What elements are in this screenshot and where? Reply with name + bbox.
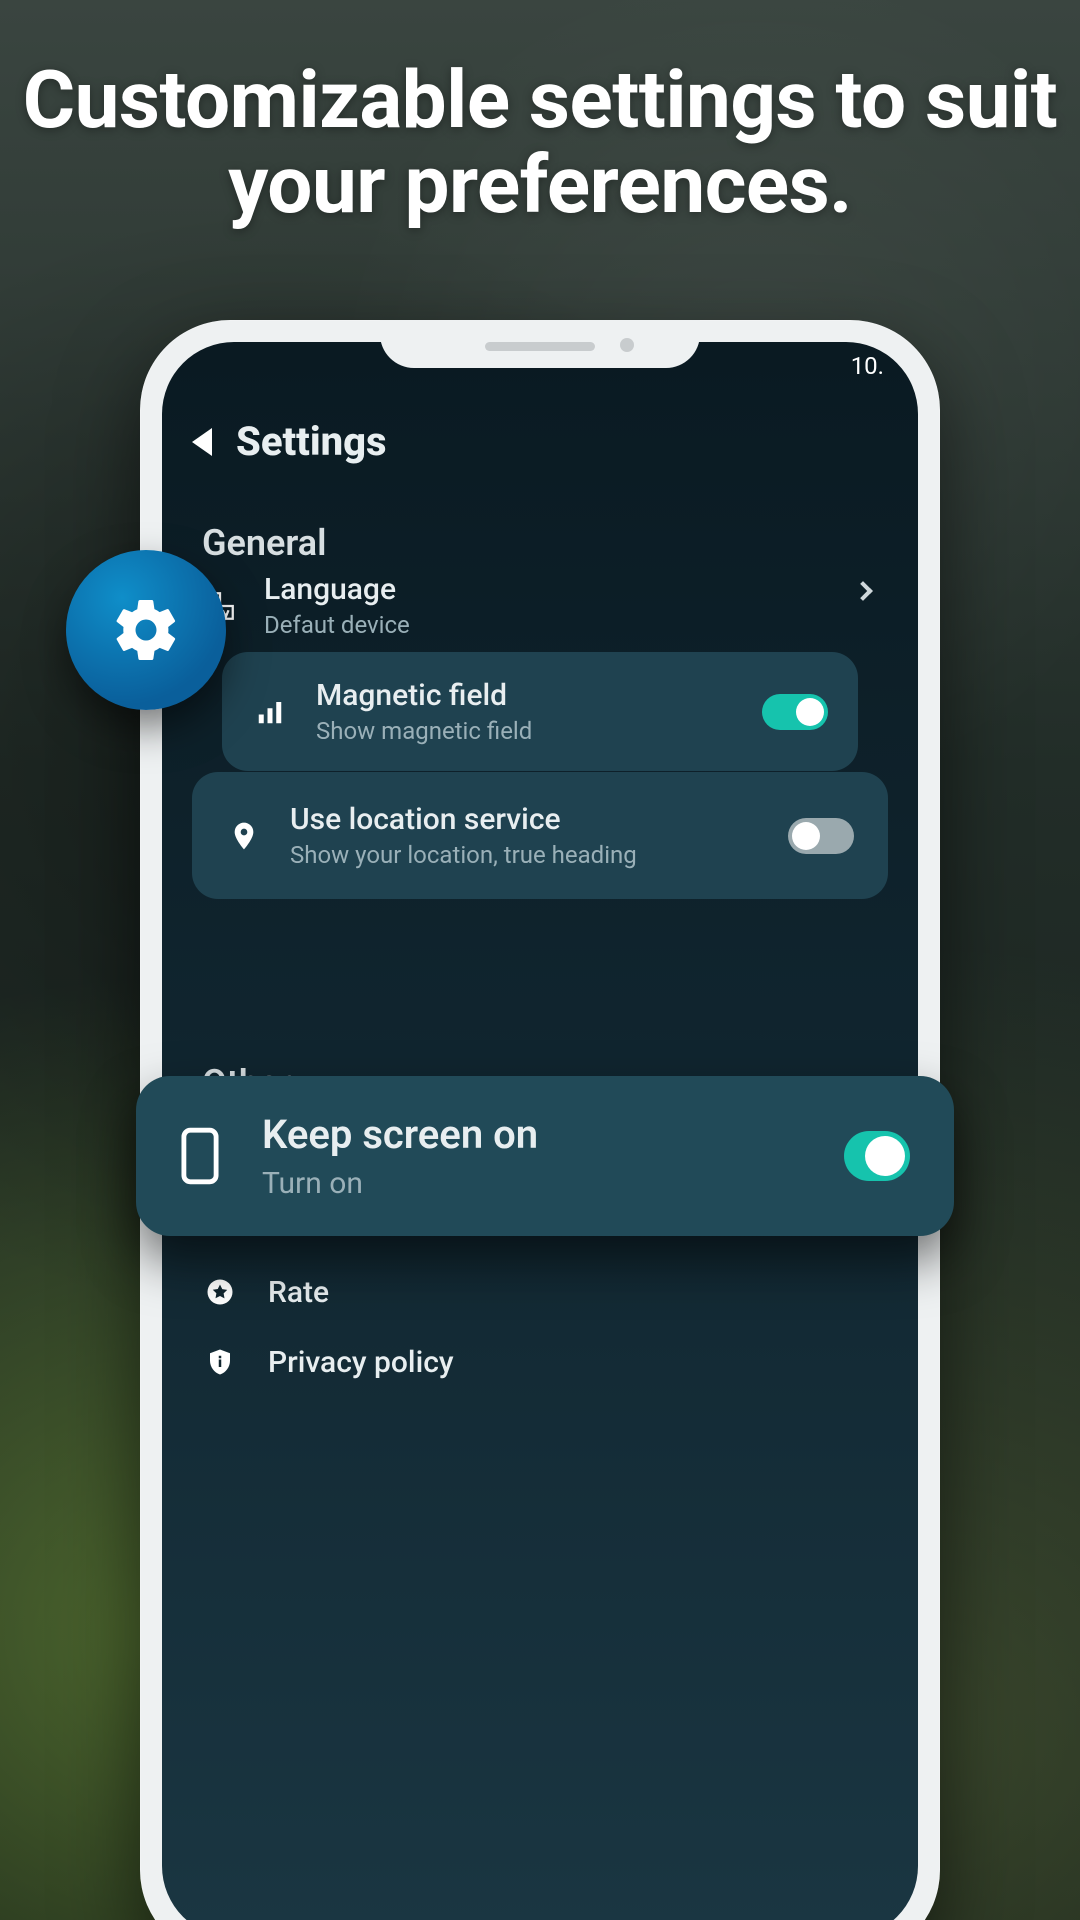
language-title: Language bbox=[264, 572, 410, 607]
toggle-magnetic[interactable] bbox=[762, 694, 828, 730]
app-bar: Settings bbox=[192, 418, 387, 465]
card-keep-screen-on: Keep screen on Turn on bbox=[136, 1076, 954, 1236]
gear-icon bbox=[110, 594, 182, 666]
magnetic-title: Magnetic field bbox=[316, 678, 532, 713]
row-language[interactable]: Language Defaut device bbox=[202, 572, 878, 639]
toggle-location[interactable] bbox=[788, 818, 854, 854]
bar-chart-icon bbox=[252, 694, 288, 730]
row-privacy[interactable]: Privacy policy bbox=[202, 1344, 878, 1380]
privacy-label: Privacy policy bbox=[268, 1345, 454, 1380]
promo-page: Customizable settings to suit your prefe… bbox=[0, 0, 1080, 1920]
back-icon[interactable] bbox=[192, 428, 212, 456]
language-subtitle: Defaut device bbox=[264, 611, 410, 639]
phone-notch bbox=[380, 320, 700, 368]
section-heading-general: General bbox=[202, 522, 326, 564]
phone-icon bbox=[180, 1126, 220, 1186]
marketing-headline: Customizable settings to suit your prefe… bbox=[0, 58, 1080, 228]
rate-label: Rate bbox=[268, 1275, 329, 1310]
location-title: Use location service bbox=[290, 802, 637, 837]
magnetic-subtitle: Show magnetic field bbox=[316, 717, 532, 745]
shield-info-icon bbox=[202, 1344, 238, 1380]
row-rate[interactable]: Rate bbox=[202, 1274, 878, 1310]
star-circle-icon bbox=[202, 1274, 238, 1310]
card-location: Use location service Show your location,… bbox=[192, 772, 888, 899]
gear-badge bbox=[66, 550, 226, 710]
page-title: Settings bbox=[236, 418, 387, 465]
location-subtitle: Show your location, true heading bbox=[290, 841, 637, 869]
toggle-keep-screen[interactable] bbox=[844, 1131, 910, 1181]
keep-screen-title: Keep screen on bbox=[262, 1111, 538, 1158]
keep-screen-subtitle: Turn on bbox=[262, 1166, 538, 1201]
location-pin-icon bbox=[226, 818, 262, 854]
status-time: 10. bbox=[851, 352, 884, 380]
card-magnetic-field: Magnetic field Show magnetic field bbox=[222, 652, 858, 771]
